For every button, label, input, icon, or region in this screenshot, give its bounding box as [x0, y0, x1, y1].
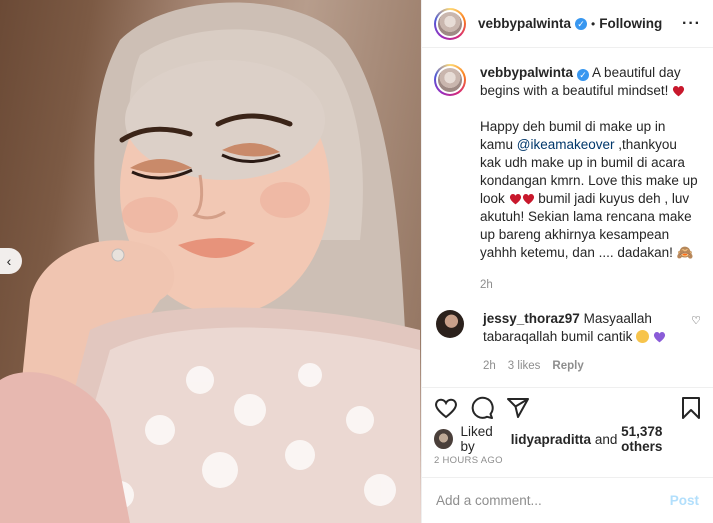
caption-avatar[interactable] [434, 64, 466, 96]
likes-prefix: Liked by [460, 424, 493, 454]
likes-summary: Liked by lidyapraditta and 51,378 others [422, 424, 713, 454]
comment-time[interactable]: 2h [483, 360, 496, 372]
add-comment-bar: Post [422, 477, 713, 523]
following-button[interactable]: Following [599, 16, 662, 31]
share-icon[interactable] [506, 396, 530, 420]
portrait-illustration [0, 2, 421, 523]
red-heart-emoji-icon [522, 193, 534, 205]
face-emoji-icon [636, 330, 650, 343]
reply-button[interactable]: Reply [552, 360, 583, 372]
post-side-panel: vebbypalwinta ✓ • Following ··· vebbypal… [421, 0, 713, 523]
comment-meta: 2h 3 likes Reply [483, 360, 701, 372]
comment-username[interactable]: jessy_thoraz97 [483, 311, 580, 326]
caption-body: vebbypalwinta ✓ A beautiful day begins wi… [480, 64, 700, 294]
bookmark-icon[interactable] [681, 396, 701, 420]
verified-badge-icon: ✓ [577, 69, 590, 81]
liker-username[interactable]: lidyapraditta [511, 432, 591, 447]
author-avatar[interactable] [434, 7, 466, 40]
caption-mention-link[interactable]: @ikeamakeover [517, 137, 615, 152]
comment-item: jessy_thoraz97 Masyaallah tabaraqallah b… [434, 310, 701, 346]
likes-count[interactable]: 51,378 others [621, 424, 701, 454]
post-photo[interactable]: ‹ [0, 0, 421, 523]
comments-section: vebbypalwinta ✓ A beautiful day begins wi… [422, 48, 713, 387]
comment-icon[interactable] [470, 396, 494, 420]
purple-heart-emoji-icon [653, 331, 665, 343]
comment-body: jessy_thoraz97 Masyaallah tabaraqallah b… [483, 310, 683, 346]
instagram-post: ‹ vebbypalwinta ✓ • Following ··· vebbyp… [0, 0, 713, 523]
verified-badge-icon: ✓ [575, 17, 588, 30]
separator-dot: • [591, 16, 596, 31]
liker-avatar[interactable] [434, 429, 453, 449]
post-header: vebbypalwinta ✓ • Following ··· [422, 0, 713, 48]
caption-username[interactable]: vebbypalwinta [480, 65, 573, 80]
chevron-left-icon: ‹ [6, 253, 12, 269]
caption-paragraph: Happy deh bumil di make up in kamu @ikea… [480, 118, 700, 262]
post-comment-button[interactable]: Post [670, 493, 699, 508]
red-heart-emoji-icon [509, 193, 521, 205]
comment-input[interactable] [436, 493, 670, 508]
see-no-evil-monkey-emoji-icon: 🙈 [676, 245, 694, 260]
commenter-avatar[interactable] [436, 310, 464, 338]
caption: vebbypalwinta ✓ A beautiful day begins wi… [434, 64, 701, 294]
author-username[interactable]: vebbypalwinta [478, 16, 571, 31]
more-options-icon[interactable]: ··· [682, 15, 701, 33]
comment-likes[interactable]: 3 likes [508, 360, 541, 372]
caption-time[interactable]: 2h [480, 276, 700, 294]
red-heart-emoji-icon [673, 85, 685, 97]
comment-like-heart-icon[interactable]: ♡ [691, 314, 701, 346]
heart-icon[interactable] [434, 397, 458, 419]
post-timestamp[interactable]: 2 HOURS AGO [422, 451, 713, 477]
post-actions [422, 387, 713, 427]
likes-and: and [594, 431, 618, 447]
